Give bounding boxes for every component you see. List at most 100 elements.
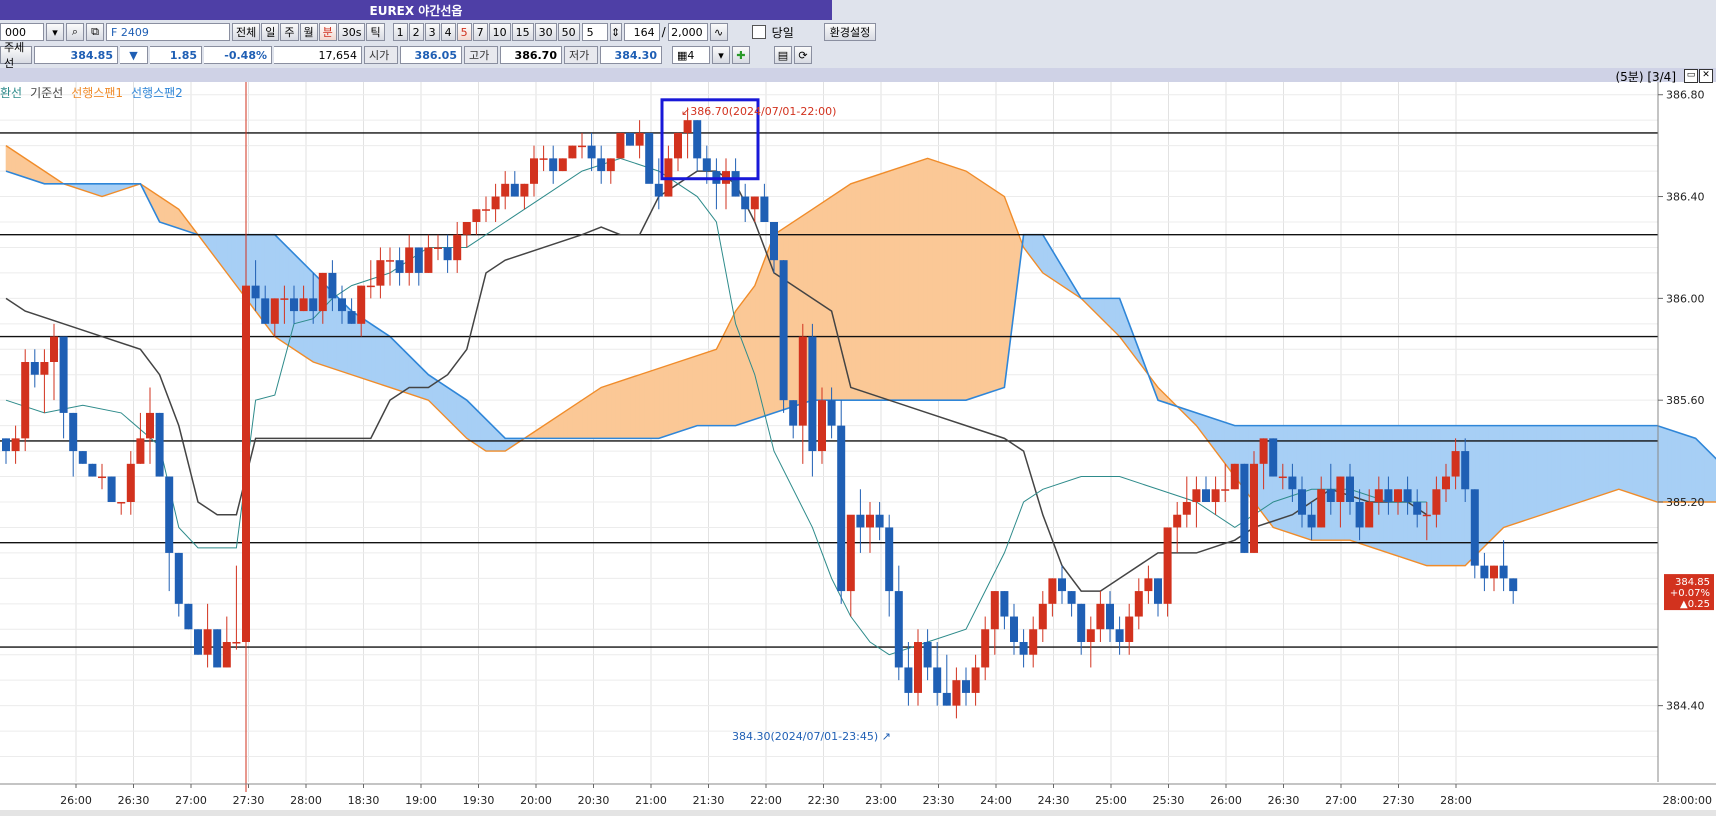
candle-body <box>443 247 452 261</box>
interval-button-6[interactable]: 10 <box>488 23 511 41</box>
candle-body <box>232 642 241 644</box>
candle-body <box>549 158 558 172</box>
candle-body <box>1240 463 1249 553</box>
ichimoku-cloud <box>1580 425 1586 503</box>
candle-body <box>424 247 433 273</box>
chart-header: (5분) [3/4] ▭ ✕ <box>0 68 1716 84</box>
candle-body <box>1211 489 1220 502</box>
ichimoku-cloud <box>1114 298 1120 338</box>
ichimoku-cloud <box>1460 425 1466 566</box>
period-button-0[interactable]: 전체 <box>232 23 261 41</box>
chevron-down-icon[interactable]: ▾ <box>712 46 730 64</box>
chart-type-icon[interactable]: ∿ <box>709 23 728 41</box>
ichimoku-cloud <box>1700 442 1706 503</box>
symbol-input[interactable]: F 2409 <box>106 23 230 41</box>
interval-button-4[interactable]: 5 <box>456 23 472 41</box>
interval-button-7[interactable]: 15 <box>511 23 534 41</box>
candle-body <box>126 463 135 502</box>
close-icon[interactable]: ✕ <box>1699 69 1713 83</box>
ichimoku-cloud <box>864 177 871 401</box>
ichimoku-cloud <box>1594 425 1600 498</box>
candle-body <box>242 285 250 642</box>
ichimoku-cloud <box>764 247 770 417</box>
high-annotation: ↙386.70(2024/07/01-22:00) <box>681 105 836 118</box>
restore-icon[interactable]: ▭ <box>1684 69 1698 83</box>
candle-body <box>376 260 385 286</box>
low-label: 저가 <box>564 46 598 64</box>
candle-body <box>280 298 289 300</box>
candle-body <box>789 400 798 426</box>
ichimoku-cloud <box>639 372 645 439</box>
ichimoku-cloud <box>936 161 943 401</box>
period-button-5[interactable]: 30s <box>337 23 366 41</box>
refresh-icon[interactable]: ⟳ <box>794 46 812 64</box>
spinner-icon[interactable]: ⇕ <box>609 23 622 41</box>
save-icon[interactable]: ▤ <box>774 46 792 64</box>
high-label: 고가 <box>464 46 498 64</box>
ichimoku-cloud <box>696 353 703 426</box>
legend-item: 선행스팬2 <box>131 86 183 100</box>
horizontal-scrollbar[interactable] <box>0 810 1716 816</box>
candle-body <box>251 285 260 299</box>
count-input[interactable]: 164 <box>623 23 660 41</box>
candle-body <box>338 298 346 312</box>
ichimoku-cloud <box>860 178 866 401</box>
candle-body <box>702 158 711 172</box>
candle-body <box>952 680 961 706</box>
settings-button[interactable]: 환경설정 <box>823 23 877 41</box>
candle-body <box>1106 603 1114 630</box>
interval-button-8[interactable]: 30 <box>534 23 557 41</box>
ichimoku-cloud <box>360 316 367 380</box>
period-button-1[interactable]: 일 <box>261 23 280 41</box>
interval-button-3[interactable]: 4 <box>440 23 456 41</box>
period-button-3[interactable]: 월 <box>299 23 318 41</box>
ichimoku-cloud <box>1368 425 1375 549</box>
ichimoku-cloud <box>442 383 448 420</box>
interval-button-1[interactable]: 2 <box>408 23 424 41</box>
interval-button-5[interactable]: 7 <box>472 23 488 41</box>
ichimoku-cloud <box>869 175 876 401</box>
copy-icon[interactable]: ⧉ <box>86 23 104 41</box>
ichimoku-cloud <box>701 352 708 426</box>
x-tick-label: 23:00 <box>865 794 897 807</box>
candle-body <box>558 158 567 172</box>
ichimoku-cloud <box>984 183 991 395</box>
period-button-2[interactable]: 주 <box>280 23 299 41</box>
layout-select[interactable]: ▦ 4 <box>672 46 710 64</box>
ichimoku-cloud <box>284 243 290 347</box>
ichimoku-cloud <box>1325 425 1332 541</box>
today-label: 당일 <box>771 25 794 40</box>
candle-body <box>1230 463 1239 490</box>
ichimoku-cloud <box>562 409 568 439</box>
candle-body <box>971 667 980 693</box>
add-icon[interactable]: ✚ <box>732 46 750 64</box>
interval-button-2[interactable]: 3 <box>424 23 440 41</box>
ichimoku-cloud <box>1690 436 1696 503</box>
candle-body <box>587 145 596 159</box>
interval-button-9[interactable]: 50 <box>557 23 580 41</box>
interval-input[interactable]: 5 <box>581 23 608 41</box>
candle-body <box>1125 616 1134 642</box>
candle-body <box>299 298 308 312</box>
candle-body <box>1442 476 1450 490</box>
candle-body <box>1010 616 1018 642</box>
price-chart[interactable]: ↙386.70(2024/07/01-22:00) 384.30(2024/07/… <box>0 82 1716 810</box>
count-separator: / <box>661 25 666 39</box>
ichimoku-cloud <box>1330 425 1336 541</box>
ichimoku-cloud <box>1479 425 1485 553</box>
candle-body <box>1470 489 1479 566</box>
candle-body <box>174 552 183 604</box>
y-tick-label: 386.80 <box>1666 89 1705 102</box>
today-checkbox[interactable] <box>751 25 766 39</box>
chevron-down-icon[interactable]: ▾ <box>46 23 64 41</box>
interval-buttons: 1 2 3 4 5 7 10 15 30 50 <box>392 23 580 41</box>
interval-button-0[interactable]: 1 <box>392 23 408 41</box>
candle-body <box>1269 438 1278 477</box>
period-button-4[interactable]: 분 <box>318 23 337 41</box>
ichimoku-cloud <box>1450 425 1456 566</box>
search-icon[interactable]: ⌕ <box>66 23 84 41</box>
candle-body <box>1259 438 1268 464</box>
session-button[interactable]: 주세선 <box>0 41 32 70</box>
candle-body <box>395 260 404 273</box>
period-button-6[interactable]: 틱 <box>366 23 385 41</box>
